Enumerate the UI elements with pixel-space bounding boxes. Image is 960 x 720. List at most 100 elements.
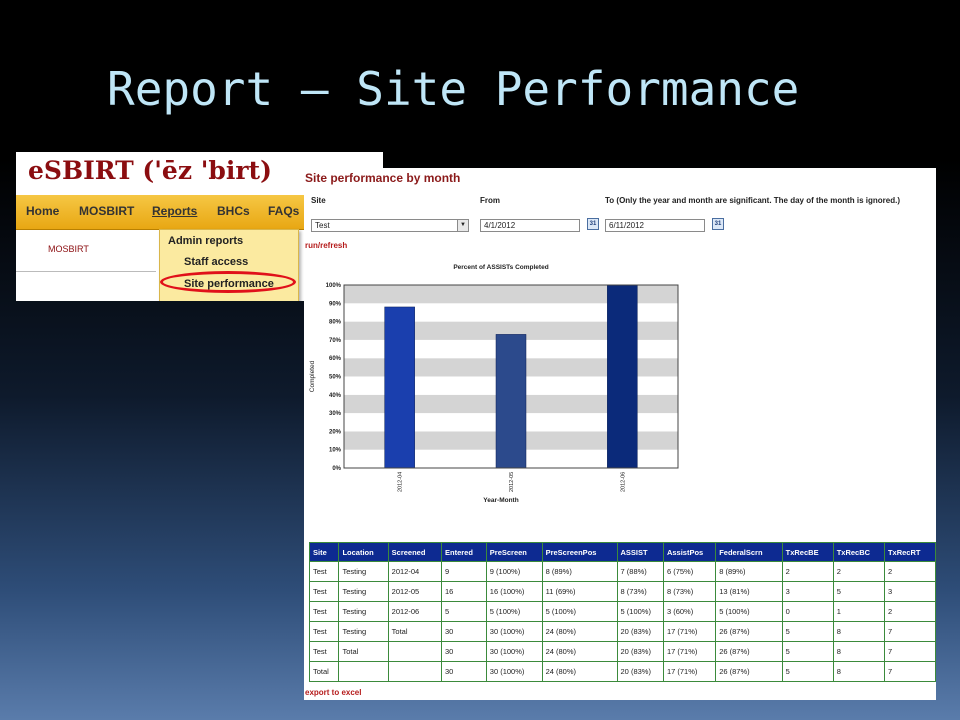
chevron-down-icon: ▼ <box>457 220 468 231</box>
bar-2012-05 <box>495 334 527 469</box>
y-tick-label: 100% <box>326 283 342 289</box>
report-title: Site performance by month <box>305 171 461 185</box>
table-cell: 3 <box>883 581 936 602</box>
table-row: Test Testing Total 30 30 (100%) 24 (80%) 20 (8… <box>308 621 936 642</box>
table-cell: 8 <box>832 641 885 662</box>
from-date-input[interactable]: 4/1/2012 <box>480 219 580 232</box>
table-cell: 8 <box>832 661 885 682</box>
table-cell: 17 (71%) <box>662 621 717 642</box>
table-cell: 20 (83%) <box>616 621 664 642</box>
table-cell: 17 (71%) <box>662 661 717 682</box>
table-header-cell: Location <box>338 542 389 562</box>
table-cell: 5 (100%) <box>541 601 618 622</box>
table-cell: 30 (100%) <box>485 661 543 682</box>
export-excel-link[interactable]: export to excel <box>305 688 361 697</box>
table-cell: 16 <box>441 581 487 602</box>
table-cell: 6 (75%) <box>662 561 717 582</box>
table-cell: 8 (73%) <box>616 581 664 602</box>
table-header-cell: Entered <box>441 542 487 562</box>
table-cell: Testing <box>338 621 389 642</box>
table-cell: 1 <box>832 601 885 622</box>
subnav-mosbirt[interactable]: MOSBIRT <box>48 244 89 254</box>
table-cell: 26 (87%) <box>715 641 783 662</box>
chart-x-ticks: 2012-04 2012-05 2012-06 <box>398 472 627 492</box>
run-refresh-link[interactable]: run/refresh <box>305 241 347 250</box>
divider <box>16 271 156 272</box>
table-cell: 2012-04 <box>387 561 443 582</box>
table-cell: 16 (100%) <box>485 581 543 602</box>
table-cell: 11 (69%) <box>541 581 618 602</box>
table-header-row: Site Location Screened Entered PreScreen PreS… <box>308 542 936 562</box>
to-label: To (Only the year and month are signific… <box>605 196 900 205</box>
table-cell: 5 <box>832 581 885 602</box>
table-cell <box>387 641 443 662</box>
highlight-oval <box>160 271 296 293</box>
menu-faqs[interactable]: FAQs <box>268 204 299 218</box>
to-date-input[interactable]: 6/11/2012 <box>605 219 705 232</box>
table-cell: 2 <box>883 561 936 582</box>
table-cell: 3 <box>781 581 834 602</box>
table-cell: 13 (81%) <box>715 581 783 602</box>
table-header-cell: Screened <box>387 542 443 562</box>
table-cell: 5 <box>441 601 487 622</box>
table-header-cell: PreScreenPos <box>541 542 618 562</box>
chart-y-ticks: 0% 10% 20% 30% 40% 50% 60% 70% 80% 90% 100% <box>326 283 342 472</box>
bar-2012-04 <box>384 306 415 469</box>
y-tick-label: 60% <box>329 356 342 362</box>
table-cell: 5 <box>781 641 834 662</box>
table-cell: 30 (100%) <box>485 621 543 642</box>
table-header-cell: TxRecRT <box>883 542 936 562</box>
table-cell: 26 (87%) <box>715 661 783 682</box>
table-cell: 2 <box>832 561 885 582</box>
calendar-icon[interactable]: 31 <box>712 218 724 230</box>
table-cell <box>387 661 443 682</box>
table-cell: 5 <box>781 621 834 642</box>
table-cell: Test <box>308 581 340 602</box>
menu-bhcs[interactable]: BHCs <box>217 204 250 218</box>
table-cell: Total <box>308 661 340 682</box>
y-tick-label: 10% <box>329 448 342 454</box>
menu-mosbirt[interactable]: MOSBIRT <box>79 204 134 218</box>
site-select[interactable]: Test ▼ <box>311 219 469 232</box>
table-cell: 30 <box>441 661 487 682</box>
table-header-cell: TxRecBC <box>832 542 885 562</box>
table-cell: Testing <box>338 581 389 602</box>
x-tick-label: 2012-06 <box>620 472 626 492</box>
table-cell: 2 <box>883 601 936 622</box>
table-row: Test Total 30 30 (100%) 24 (80%) 20 (83%) 17 (… <box>308 641 936 662</box>
bar-2012-06 <box>607 284 638 469</box>
brand-logo-text: eSBIRT ('ēz 'birt) <box>28 156 272 185</box>
table-cell: 3 (60%) <box>662 601 717 622</box>
table-cell: 9 (100%) <box>485 561 543 582</box>
site-select-value: Test <box>315 221 330 230</box>
table-cell: 2012-05 <box>387 581 443 602</box>
table-cell: 7 <box>883 641 936 662</box>
y-tick-label: 90% <box>329 301 342 307</box>
y-tick-label: 20% <box>329 429 342 435</box>
table-cell: Total <box>338 641 389 662</box>
table-cell: 30 (100%) <box>485 641 543 662</box>
table-cell: 0 <box>781 601 834 622</box>
table-cell: 30 <box>441 641 487 662</box>
table-cell: 5 (100%) <box>616 601 664 622</box>
table-cell: 17 (71%) <box>662 641 717 662</box>
dropdown-admin-reports[interactable]: Admin reports <box>168 235 243 247</box>
table-cell: 20 (83%) <box>616 641 664 662</box>
y-tick-label: 70% <box>329 338 342 344</box>
table-cell: 30 <box>441 621 487 642</box>
table-cell: 8 (89%) <box>541 561 618 582</box>
table-cell: 7 <box>883 661 936 682</box>
performance-table: Site Location Screened Entered PreScreen PreS… <box>308 542 936 682</box>
table-cell: Test <box>308 601 340 622</box>
dropdown-staff-access[interactable]: Staff access <box>184 256 248 268</box>
x-tick-label: 2012-05 <box>509 472 515 492</box>
table-header-cell: AssistPos <box>662 542 717 562</box>
site-label: Site <box>311 196 326 205</box>
menu-reports[interactable]: Reports <box>152 204 197 218</box>
chart-y-label: Completed <box>309 360 316 392</box>
calendar-icon[interactable]: 31 <box>587 218 599 230</box>
y-tick-label: 30% <box>329 411 342 417</box>
menu-home[interactable]: Home <box>26 204 59 218</box>
table-cell: 24 (80%) <box>541 641 618 662</box>
table-cell: 8 (73%) <box>662 581 717 602</box>
